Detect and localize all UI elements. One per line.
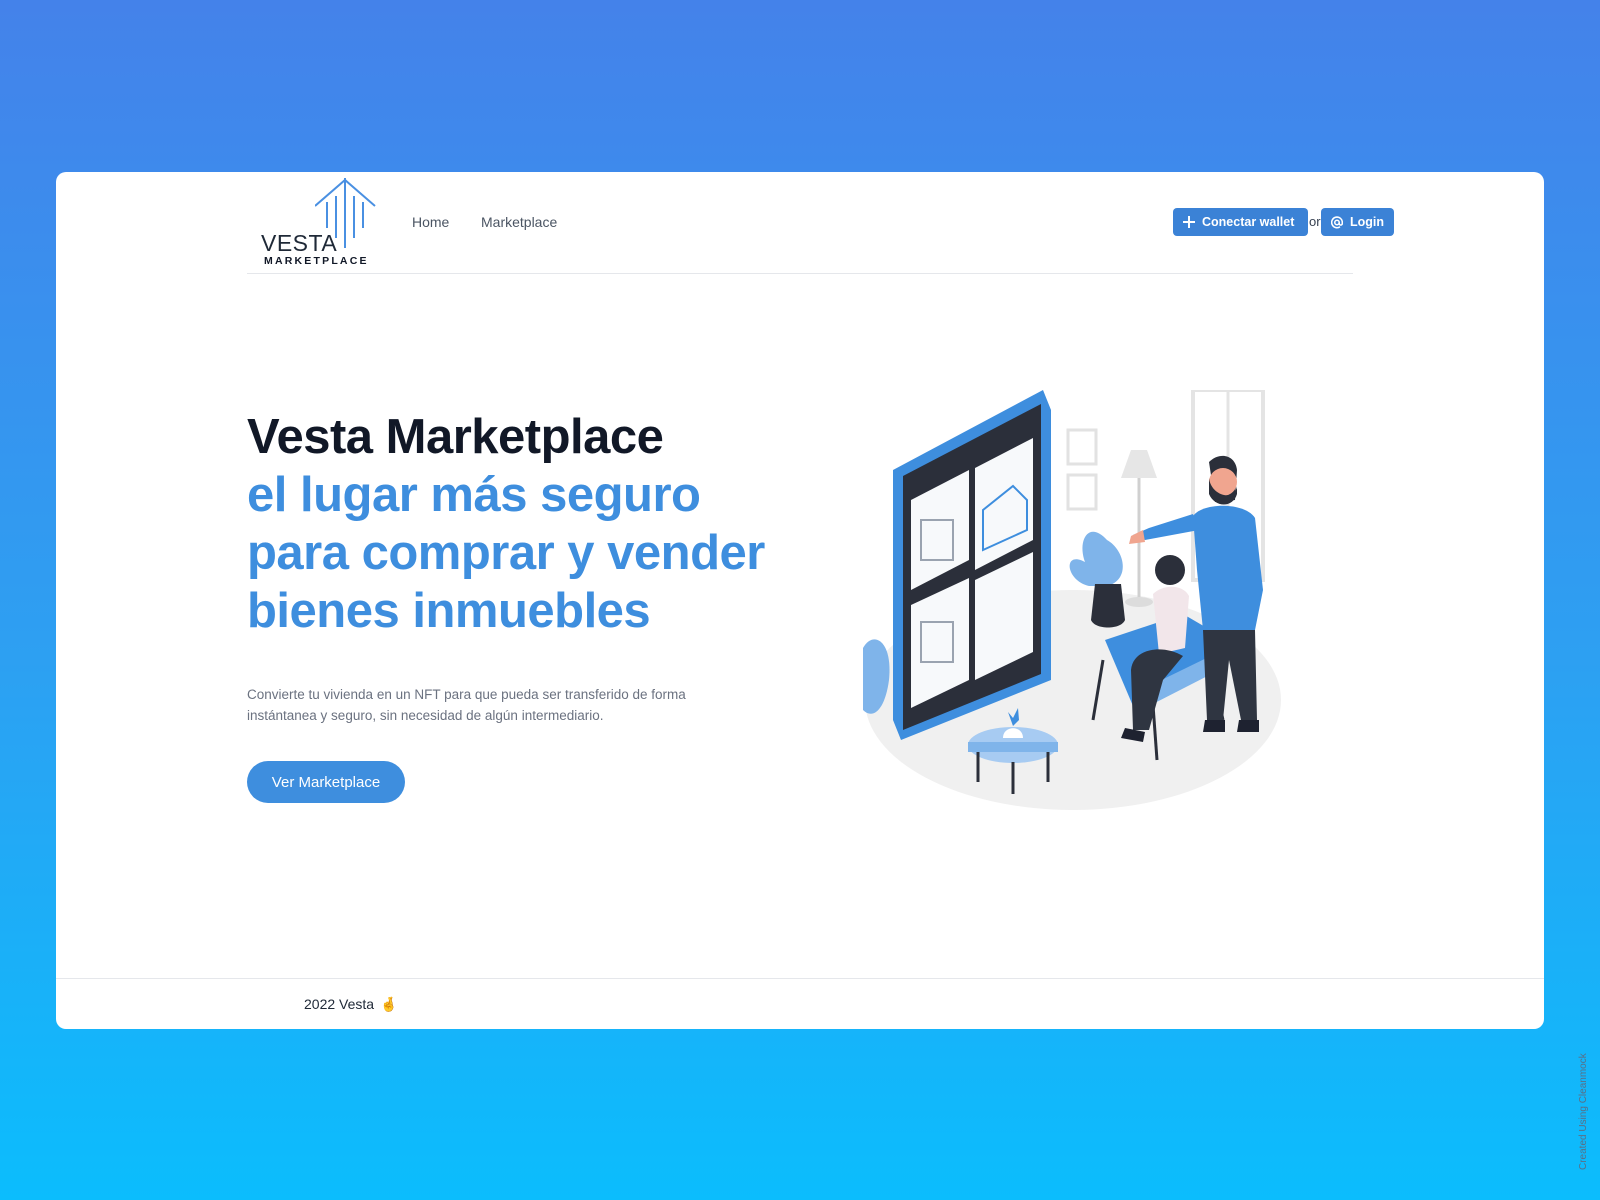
connect-wallet-button[interactable]: Conectar wallet — [1173, 208, 1308, 236]
footer-copyright-text: 2022 Vesta — [304, 996, 375, 1012]
real-estate-illustration — [863, 390, 1281, 810]
logo-wordmark: VESTA — [261, 230, 338, 256]
at-icon — [1331, 215, 1343, 228]
login-button[interactable]: Login — [1321, 208, 1394, 236]
hero-title: Vesta Marketplace el lugar más seguro pa… — [247, 408, 765, 640]
footer: 2022 Vesta 🤞 — [56, 978, 1544, 1029]
hero-title-brand: Vesta Marketplace — [247, 410, 664, 464]
fingers-crossed-emoji: 🤞 — [380, 996, 398, 1012]
view-marketplace-button[interactable]: Ver Marketplace — [247, 761, 405, 803]
watermark: Created Using Cleanmock — [1578, 1053, 1589, 1170]
footer-copyright: 2022 Vesta 🤞 — [304, 996, 398, 1013]
or-separator: or — [1309, 214, 1321, 229]
plus-icon — [1183, 216, 1195, 228]
hero-description: Convierte tu vivienda en un NFT para que… — [247, 687, 686, 723]
hero-title-line-2: el lugar más seguro — [247, 468, 701, 522]
hero-title-line-4: bienes inmuebles — [247, 584, 651, 638]
nav-link-home[interactable]: Home — [412, 214, 449, 230]
browser-window: VESTA MARKETPLACE Home Marketplace Conec… — [56, 172, 1544, 1029]
login-label: Login — [1349, 215, 1384, 229]
vesta-logo[interactable]: VESTA MARKETPLACE — [261, 178, 379, 268]
logo-subtitle: MARKETPLACE — [264, 255, 369, 267]
hero-title-line-3: para comprar y vender — [247, 526, 765, 580]
navbar: VESTA MARKETPLACE Home Marketplace Conec… — [247, 172, 1394, 274]
connect-wallet-label: Conectar wallet — [1202, 215, 1295, 229]
nav-link-marketplace[interactable]: Marketplace — [481, 214, 557, 230]
